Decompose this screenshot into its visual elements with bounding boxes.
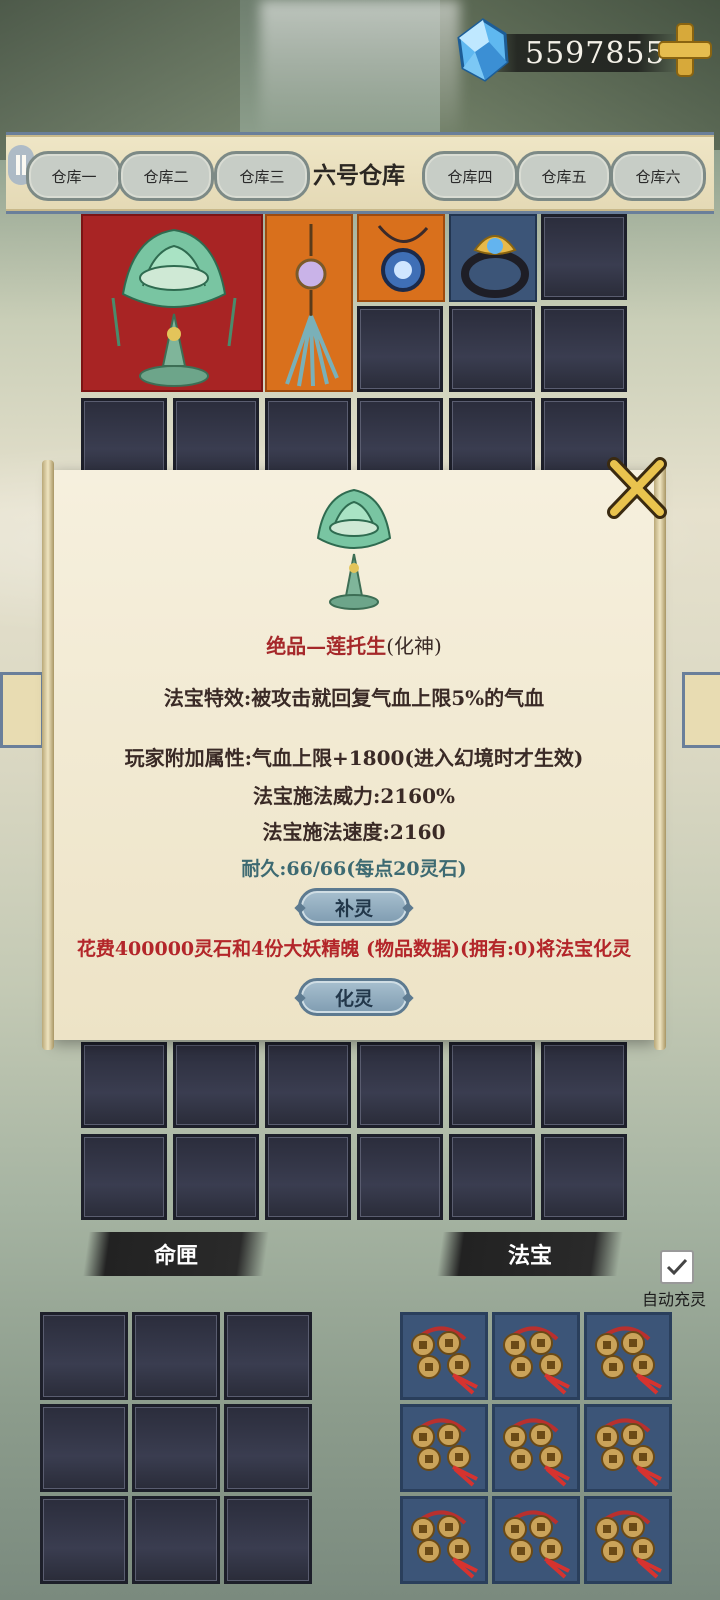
- cast-power: 法宝施法威力:2160%: [252, 784, 456, 808]
- fate-box-label: 命匣: [82, 1232, 270, 1276]
- tassel-pendant-icon: [285, 224, 339, 387]
- plus-icon[interactable]: [655, 20, 715, 80]
- treasure-slot-coin-string[interactable]: [400, 1404, 488, 1492]
- treasure-slot-coin-string[interactable]: [492, 1404, 580, 1492]
- tab-warehouse-6-active[interactable]: 六号仓库: [304, 151, 414, 195]
- tab-warehouse-5[interactable]: 仓库五: [516, 151, 612, 201]
- storage-slot[interactable]: [357, 1042, 443, 1128]
- storage-slot[interactable]: [173, 1134, 259, 1220]
- treasure-label: 法宝: [436, 1232, 624, 1276]
- item-realm: (化神): [386, 634, 442, 658]
- grid-item-lotus-ring[interactable]: [449, 214, 537, 302]
- spirit-stone-icon: [457, 18, 509, 82]
- storage-slot[interactable]: [541, 306, 627, 392]
- treasure-slot-coin-string[interactable]: [584, 1312, 672, 1400]
- coin-string-icon: [595, 1326, 662, 1395]
- transform-button[interactable]: 化灵: [298, 978, 410, 1016]
- coin-string-icon: [595, 1418, 662, 1487]
- auto-refill-label: 自动充灵: [642, 1290, 707, 1309]
- coin-string-icon: [503, 1418, 570, 1487]
- checkmark-icon: [666, 1258, 688, 1276]
- currency-display: 5597855: [455, 14, 717, 84]
- fate-box-slot[interactable]: [40, 1312, 128, 1400]
- player-attribute: 玩家附加属性:气血上限+1800(进入幻境时才生效): [124, 746, 584, 770]
- durability: 耐久:66/66(每点20灵石): [241, 858, 467, 880]
- auto-refill-checkbox[interactable]: [660, 1250, 694, 1284]
- storage-slot[interactable]: [81, 1134, 167, 1220]
- storage-slot[interactable]: [541, 1042, 627, 1128]
- coin-string-icon: [411, 1418, 478, 1487]
- tab-warehouse-6[interactable]: 仓库六: [610, 151, 706, 201]
- fate-box-slot[interactable]: [224, 1312, 312, 1400]
- transform-cost-text: 花费400000灵石和4份大妖精魄 (物品数据)(拥有:0)将法宝化灵: [76, 938, 632, 960]
- item-detail-popup: 绝品—莲托生(化神) 法宝特效:被攻击就回复气血上限5%的气血 玩家附加属性:气…: [42, 457, 667, 1050]
- left-side-tab[interactable]: [0, 672, 44, 748]
- amulet-necklace-icon: [377, 225, 429, 292]
- cast-speed: 法宝施法速度:2160: [262, 820, 446, 844]
- item-effect: 法宝特效:被攻击就回复气血上限5%的气血: [163, 686, 545, 710]
- storage-slot[interactable]: [541, 214, 627, 300]
- treasure-slot-coin-string[interactable]: [400, 1496, 488, 1584]
- storage-slot[interactable]: [265, 1042, 351, 1128]
- grid-item-tassel-pendant[interactable]: [265, 214, 353, 392]
- background-waterfall: [260, 0, 460, 140]
- fate-box-slot[interactable]: [132, 1496, 220, 1584]
- storage-slot[interactable]: [449, 306, 535, 392]
- storage-slot[interactable]: [357, 306, 443, 392]
- tab-warehouse-1[interactable]: 仓库一: [26, 151, 122, 201]
- replenish-button[interactable]: 补灵: [298, 888, 410, 926]
- grid-item-amulet-necklace[interactable]: [357, 214, 445, 302]
- right-side-tab[interactable]: [682, 672, 720, 748]
- tab-warehouse-2[interactable]: 仓库二: [118, 151, 214, 201]
- close-x-icon[interactable]: [602, 454, 672, 524]
- lotus-treasure-icon: [111, 228, 237, 387]
- lotus-treasure-large-icon: [316, 488, 392, 610]
- fate-box-slot[interactable]: [224, 1404, 312, 1492]
- warehouse-tab-bar: 仓库一 仓库二 仓库三 六号仓库 仓库四 仓库五 仓库六: [6, 132, 714, 214]
- tab-warehouse-3[interactable]: 仓库三: [214, 151, 310, 201]
- lotus-ring-icon: [461, 235, 529, 298]
- storage-slot[interactable]: [81, 1042, 167, 1128]
- item-name: 绝品—莲托生(化神): [266, 634, 442, 658]
- coin-string-icon: [411, 1510, 478, 1579]
- coin-string-icon: [595, 1510, 662, 1579]
- storage-slot[interactable]: [265, 1134, 351, 1220]
- fate-box-slot[interactable]: [132, 1312, 220, 1400]
- storage-slot[interactable]: [449, 1134, 535, 1220]
- treasure-slot-coin-string[interactable]: [492, 1312, 580, 1400]
- fate-box-slot[interactable]: [40, 1404, 128, 1492]
- storage-slot[interactable]: [173, 1042, 259, 1128]
- treasure-slot-coin-string[interactable]: [492, 1496, 580, 1584]
- treasure-slot-coin-string[interactable]: [584, 1404, 672, 1492]
- coin-string-icon: [411, 1326, 478, 1395]
- treasure-slot-coin-string[interactable]: [400, 1312, 488, 1400]
- coin-string-icon: [503, 1510, 570, 1579]
- currency-value: 5597855: [525, 36, 666, 71]
- tab-warehouse-4[interactable]: 仓库四: [422, 151, 518, 201]
- fate-box-slot[interactable]: [40, 1496, 128, 1584]
- fate-box-slot[interactable]: [132, 1404, 220, 1492]
- coin-string-icon: [503, 1326, 570, 1395]
- grid-item-lotus-treasure[interactable]: [81, 214, 263, 392]
- storage-slot[interactable]: [541, 1134, 627, 1220]
- fate-box-slot[interactable]: [224, 1496, 312, 1584]
- storage-slot[interactable]: [357, 1134, 443, 1220]
- storage-slot[interactable]: [449, 1042, 535, 1128]
- treasure-slot-coin-string[interactable]: [584, 1496, 672, 1584]
